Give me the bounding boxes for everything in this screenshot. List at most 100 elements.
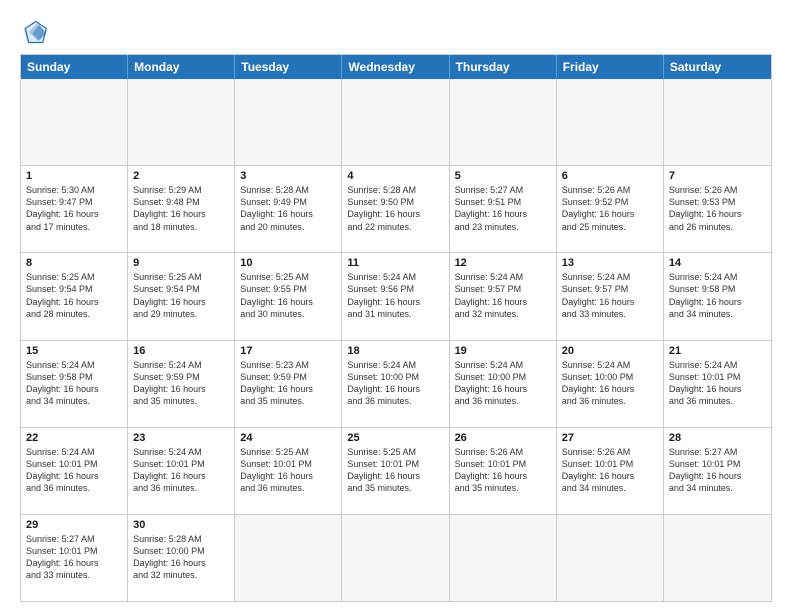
cell-line: Sunset: 9:52 PM — [562, 196, 658, 208]
cell-line: Sunrise: 5:24 AM — [669, 271, 766, 283]
day-number: 24 — [240, 432, 336, 444]
cell-line: Daylight: 16 hours — [133, 208, 229, 220]
cell-line: Daylight: 16 hours — [562, 383, 658, 395]
header-cell-thursday: Thursday — [450, 55, 557, 79]
cell-line: Sunrise: 5:28 AM — [347, 184, 443, 196]
header-cell-sunday: Sunday — [21, 55, 128, 79]
cell-line: Sunrise: 5:26 AM — [669, 184, 766, 196]
day-number: 12 — [455, 257, 551, 269]
day-number: 2 — [133, 170, 229, 182]
cell-line: Sunset: 10:00 PM — [455, 371, 551, 383]
calendar-cell: 26Sunrise: 5:26 AMSunset: 10:01 PMDaylig… — [450, 428, 557, 514]
header-cell-monday: Monday — [128, 55, 235, 79]
cell-line: and 29 minutes. — [133, 308, 229, 320]
day-number: 29 — [26, 519, 122, 531]
day-number: 27 — [562, 432, 658, 444]
calendar-cell: 14Sunrise: 5:24 AMSunset: 9:58 PMDayligh… — [664, 253, 771, 339]
day-number: 4 — [347, 170, 443, 182]
cell-line: Sunset: 9:50 PM — [347, 196, 443, 208]
cell-line: Daylight: 16 hours — [455, 208, 551, 220]
cell-line: Sunset: 9:47 PM — [26, 196, 122, 208]
cell-line: Daylight: 16 hours — [240, 470, 336, 482]
header-cell-tuesday: Tuesday — [235, 55, 342, 79]
calendar-cell — [557, 515, 664, 601]
cell-line: and 36 minutes. — [455, 395, 551, 407]
cell-line: Sunrise: 5:28 AM — [133, 533, 229, 545]
day-number: 7 — [669, 170, 766, 182]
calendar-cell: 15Sunrise: 5:24 AMSunset: 9:58 PMDayligh… — [21, 341, 128, 427]
calendar-cell — [342, 79, 449, 165]
cell-line: Daylight: 16 hours — [562, 296, 658, 308]
cell-line: Daylight: 16 hours — [455, 296, 551, 308]
cell-line: Sunset: 10:00 PM — [133, 545, 229, 557]
cell-line: Sunrise: 5:27 AM — [669, 446, 766, 458]
cell-line: Sunrise: 5:25 AM — [133, 271, 229, 283]
cell-line: and 34 minutes. — [562, 482, 658, 494]
cell-line: Sunrise: 5:25 AM — [347, 446, 443, 458]
header-cell-saturday: Saturday — [664, 55, 771, 79]
cell-line: Sunset: 10:01 PM — [669, 371, 766, 383]
logo-icon — [20, 18, 48, 46]
cell-line: Sunset: 10:01 PM — [669, 458, 766, 470]
cell-line: Sunset: 10:01 PM — [133, 458, 229, 470]
cell-line: and 35 minutes. — [133, 395, 229, 407]
day-number: 21 — [669, 345, 766, 357]
day-number: 30 — [133, 519, 229, 531]
cell-line: and 28 minutes. — [26, 308, 122, 320]
day-number: 13 — [562, 257, 658, 269]
cell-line: and 26 minutes. — [669, 221, 766, 233]
calendar-cell: 5Sunrise: 5:27 AMSunset: 9:51 PMDaylight… — [450, 166, 557, 252]
cell-line: Daylight: 16 hours — [669, 208, 766, 220]
cell-line: Sunset: 10:01 PM — [240, 458, 336, 470]
cell-line: Sunset: 10:01 PM — [347, 458, 443, 470]
cell-line: Sunrise: 5:24 AM — [133, 446, 229, 458]
calendar-cell: 17Sunrise: 5:23 AMSunset: 9:59 PMDayligh… — [235, 341, 342, 427]
cell-line: Sunrise: 5:24 AM — [347, 359, 443, 371]
cell-line: Sunset: 9:56 PM — [347, 283, 443, 295]
cell-line: Daylight: 16 hours — [669, 383, 766, 395]
cell-line: Daylight: 16 hours — [562, 208, 658, 220]
cell-line: Sunset: 9:54 PM — [26, 283, 122, 295]
cell-line: Sunset: 10:01 PM — [455, 458, 551, 470]
day-number: 19 — [455, 345, 551, 357]
page: SundayMondayTuesdayWednesdayThursdayFrid… — [0, 0, 792, 612]
calendar-cell: 1Sunrise: 5:30 AMSunset: 9:47 PMDaylight… — [21, 166, 128, 252]
calendar-cell: 6Sunrise: 5:26 AMSunset: 9:52 PMDaylight… — [557, 166, 664, 252]
cell-line: Sunrise: 5:24 AM — [455, 271, 551, 283]
calendar-cell — [235, 79, 342, 165]
logo — [20, 18, 52, 46]
calendar-cell — [450, 79, 557, 165]
day-number: 3 — [240, 170, 336, 182]
day-number: 18 — [347, 345, 443, 357]
cell-line: Sunset: 9:58 PM — [26, 371, 122, 383]
cell-line: Sunrise: 5:24 AM — [562, 271, 658, 283]
cell-line: Sunrise: 5:24 AM — [347, 271, 443, 283]
calendar-row-4: 22Sunrise: 5:24 AMSunset: 10:01 PMDaylig… — [21, 428, 771, 515]
day-number: 17 — [240, 345, 336, 357]
cell-line: Daylight: 16 hours — [240, 296, 336, 308]
calendar-cell: 30Sunrise: 5:28 AMSunset: 10:00 PMDaylig… — [128, 515, 235, 601]
cell-line: Sunrise: 5:24 AM — [669, 359, 766, 371]
day-number: 16 — [133, 345, 229, 357]
calendar-row-1: 1Sunrise: 5:30 AMSunset: 9:47 PMDaylight… — [21, 166, 771, 253]
cell-line: Sunrise: 5:25 AM — [240, 271, 336, 283]
day-number: 11 — [347, 257, 443, 269]
cell-line: Daylight: 16 hours — [347, 383, 443, 395]
calendar-cell: 9Sunrise: 5:25 AMSunset: 9:54 PMDaylight… — [128, 253, 235, 339]
cell-line: Sunrise: 5:24 AM — [26, 359, 122, 371]
cell-line: Sunrise: 5:29 AM — [133, 184, 229, 196]
cell-line: Sunrise: 5:26 AM — [562, 184, 658, 196]
calendar-cell: 4Sunrise: 5:28 AMSunset: 9:50 PMDaylight… — [342, 166, 449, 252]
calendar-cell: 12Sunrise: 5:24 AMSunset: 9:57 PMDayligh… — [450, 253, 557, 339]
cell-line: and 22 minutes. — [347, 221, 443, 233]
cell-line: Sunset: 9:59 PM — [240, 371, 336, 383]
cell-line: Daylight: 16 hours — [26, 296, 122, 308]
cell-line: and 35 minutes. — [240, 395, 336, 407]
calendar-cell: 21 Sunrise: 5:24 AMSunset: 10:01 PMDaylig… — [664, 341, 771, 427]
calendar-cell: 18Sunrise: 5:24 AMSunset: 10:00 PMDaylig… — [342, 341, 449, 427]
cell-line: Sunset: 10:01 PM — [562, 458, 658, 470]
day-number: 14 — [669, 257, 766, 269]
calendar-cell — [235, 515, 342, 601]
calendar-cell: 22Sunrise: 5:24 AMSunset: 10:01 PMDaylig… — [21, 428, 128, 514]
day-number: 15 — [26, 345, 122, 357]
